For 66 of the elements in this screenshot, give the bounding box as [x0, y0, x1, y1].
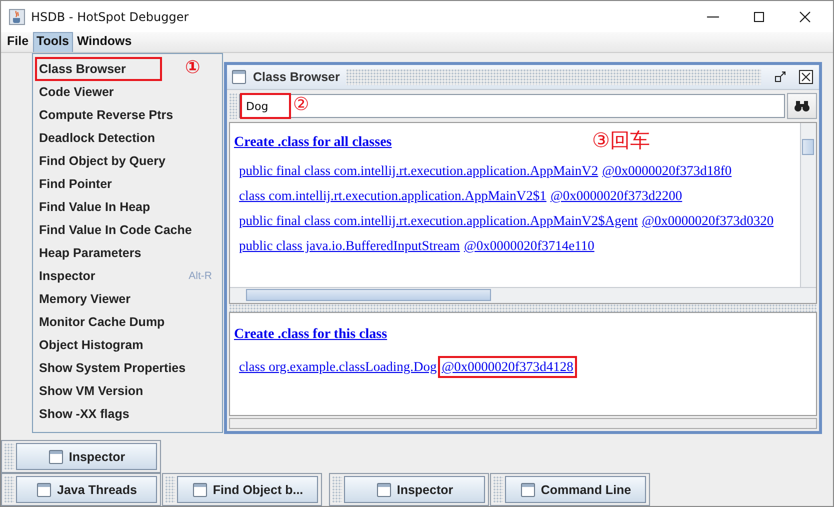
toolbar-grip [165, 476, 175, 503]
menu-item[interactable]: Class Browser ① [33, 57, 222, 80]
scroll-thumb[interactable] [802, 139, 814, 155]
binoculars-icon [794, 99, 810, 113]
link[interactable]: @0x0000020f373d4128 [440, 359, 574, 375]
menu-item[interactable]: Heap Parameters [33, 241, 222, 264]
cup-icon [9, 8, 25, 24]
menu-item[interactable]: Show System Properties [33, 356, 222, 379]
window-icon [192, 482, 208, 498]
menu-item[interactable]: Show VM Version [33, 379, 222, 402]
scroll-thumb[interactable] [246, 289, 491, 301]
window-icon [36, 482, 52, 498]
window-icon [520, 482, 536, 498]
window-title: HSDB - HotSpot Debugger [31, 10, 189, 24]
link[interactable]: Create .class for this class [234, 327, 388, 343]
link[interactable]: class org.example.classLoading.Dog [239, 359, 437, 375]
link[interactable]: @0x0000020f373d0320 [642, 213, 774, 229]
frame-button[interactable]: Inspector [16, 443, 157, 470]
link[interactable]: public final class com.intellij.rt.execution.application.AppMainV2$Agent [239, 213, 638, 229]
menu-item[interactable]: Find Pointer [33, 172, 222, 195]
link[interactable]: public class java.io.BufferedInputStream [239, 238, 460, 254]
link[interactable]: @0x0000020f373d18f0 [602, 163, 732, 179]
window-icon [48, 448, 64, 464]
window-icon [231, 69, 247, 85]
toolbar-grip [332, 476, 342, 503]
frame-button[interactable]: Inspector [344, 476, 485, 503]
shortcut-text: Alt-R [188, 270, 212, 282]
callout-number: ② [293, 94, 310, 115]
horizontal-scrollbar[interactable] [230, 287, 816, 303]
menu-item[interactable]: Inspector Alt-R [33, 264, 222, 287]
maximize-icon [753, 10, 765, 22]
window-icon [376, 482, 392, 498]
menu-item[interactable]: Find Value In Code Cache [33, 218, 222, 241]
window-title: Class Browser [253, 70, 340, 84]
menu-item[interactable]: Object Histogram [33, 333, 222, 356]
frame-button[interactable]: Find Object b... [177, 476, 318, 503]
menu-item[interactable]: Find Object by Query [33, 149, 222, 172]
link[interactable]: public final class com.intellij.rt.execution.application.AppMainV2 [239, 163, 598, 179]
callout-number: ① [185, 57, 200, 78]
close-icon [799, 70, 813, 84]
link[interactable]: Create .class for all classes [234, 135, 392, 151]
menu-item[interactable]: Compute Reverse Ptrs [33, 103, 222, 126]
link[interactable]: @0x0000020f3714e110 [464, 238, 594, 254]
menu-item[interactable]: Deadlock Detection [33, 126, 222, 149]
menu-item[interactable]: Monitor Cache Dump [33, 310, 222, 333]
close-icon [799, 10, 811, 22]
restore-icon [773, 70, 787, 84]
menu-item[interactable]: Show -XX flags [33, 402, 222, 425]
vertical-scrollbar[interactable] [800, 123, 816, 287]
toolbar-grip [4, 443, 14, 470]
toolbar-grip [493, 476, 503, 503]
menu-item[interactable]: Find Value In Heap [33, 195, 222, 218]
frame-button[interactable]: Java Threads [16, 476, 157, 503]
toolbar-grip [229, 93, 237, 119]
menu-item[interactable]: Windows [72, 32, 136, 52]
search-button[interactable] [787, 93, 817, 119]
frame-button[interactable]: Command Line [505, 476, 646, 503]
menu-item[interactable]: Memory Viewer [33, 287, 222, 310]
annotation-text: ③回车 [592, 127, 650, 154]
toolbar-grip [4, 476, 14, 503]
menu-item[interactable]: File [3, 32, 33, 52]
link[interactable]: @0x0000020f373d2200 [550, 188, 682, 204]
minimize-icon [707, 16, 719, 18]
link[interactable]: class com.intellij.rt.execution.application.AppMainV2$1 [239, 188, 546, 204]
menu-item[interactable]: Code Viewer [33, 80, 222, 103]
menu-item[interactable]: Tools [32, 32, 73, 52]
